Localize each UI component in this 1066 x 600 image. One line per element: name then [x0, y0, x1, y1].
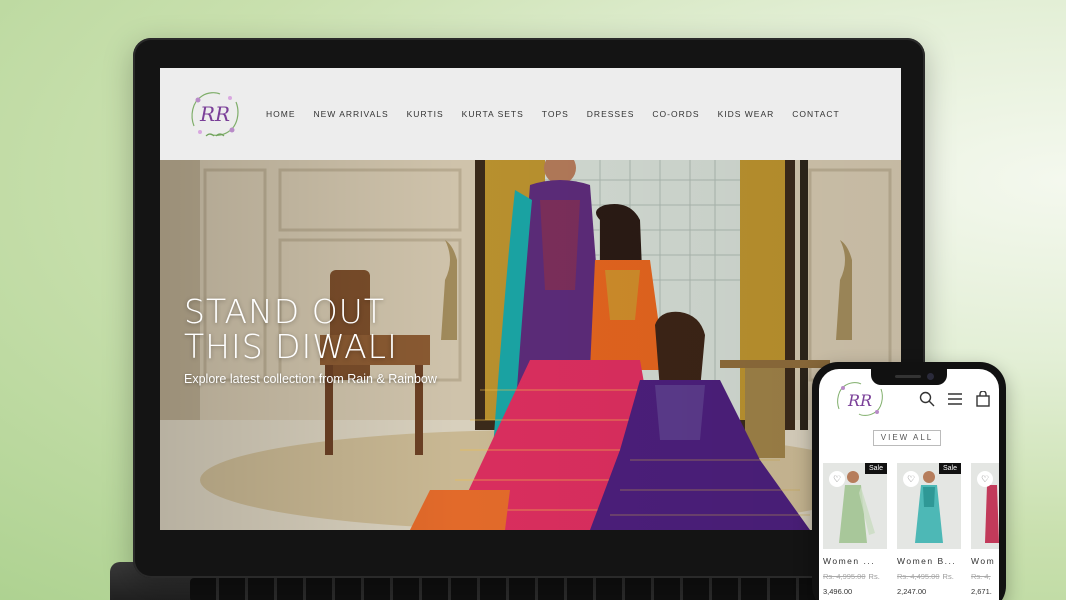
main-nav: HOME NEW ARRIVALS KURTIS KURTA SETS TOPS… [266, 109, 840, 119]
product-image[interactable]: ♡ [971, 463, 999, 549]
product-price: 3,496.00 [823, 587, 853, 596]
svg-text:RR: RR [847, 391, 872, 410]
wishlist-heart-icon[interactable]: ♡ [977, 471, 993, 487]
nav-item-co-ords[interactable]: CO-ORDS [652, 109, 699, 119]
search-icon[interactable] [919, 391, 935, 407]
laptop-screen: RR HOME NEW ARRIVALS KURTIS KURTA SETS T… [160, 68, 901, 530]
product-card[interactable]: ♡ Sale Women ... Rs. 4,995.00 Rs. 3,496.0… [823, 463, 887, 596]
phone-screen: RR VIEW ALL ♡ Sale Women ... Rs. 4,995.0… [819, 369, 999, 600]
svg-text:RR: RR [199, 102, 230, 126]
view-all-button[interactable]: VIEW ALL [873, 430, 941, 446]
laptop-keyboard [190, 578, 850, 600]
wishlist-heart-icon[interactable]: ♡ [829, 471, 845, 487]
product-price: 2,671. [971, 587, 992, 596]
nav-item-kurta-sets[interactable]: KURTA SETS [462, 109, 524, 119]
product-price: 2,247.00 [897, 587, 927, 596]
mobile-header-icons [919, 391, 991, 407]
brand-logo[interactable]: RR [186, 86, 244, 142]
wishlist-heart-icon[interactable]: ♡ [903, 471, 919, 487]
nav-item-dresses[interactable]: DRESSES [587, 109, 635, 119]
phone-notch [871, 369, 947, 385]
phone-frame: RR VIEW ALL ♡ Sale Women ... Rs. 4,995.0… [812, 362, 1006, 600]
menu-icon[interactable] [947, 391, 963, 407]
nav-item-kids-wear[interactable]: KIDS WEAR [718, 109, 775, 119]
product-image[interactable]: ♡ Sale [823, 463, 887, 549]
product-grid: ♡ Sale Women ... Rs. 4,995.00 Rs. 3,496.0… [823, 463, 999, 596]
product-card[interactable]: ♡ Wom Rs. 4, 2,671. [971, 463, 999, 596]
nav-item-kurtis[interactable]: KURTIS [407, 109, 444, 119]
hero-title-line2: THIS DIWALI [184, 327, 398, 366]
cart-icon[interactable] [975, 391, 991, 407]
hero-subtitle[interactable]: Explore latest collection from Rain & Ra… [184, 372, 437, 386]
hero-banner[interactable]: STAND OUT THIS DIWALI Explore latest col… [160, 160, 901, 530]
site-header: RR HOME NEW ARRIVALS KURTIS KURTA SETS T… [160, 68, 901, 160]
product-name[interactable]: Wom [971, 556, 999, 566]
product-card[interactable]: ♡ Sale Women B... Rs. 4,495.00 Rs. 2,247.… [897, 463, 961, 596]
logo-monogram-icon: RR [191, 92, 239, 137]
product-name[interactable]: Women B... [897, 556, 961, 566]
nav-item-contact[interactable]: CONTACT [792, 109, 839, 119]
hero-title: STAND OUT THIS DIWALI [184, 294, 398, 364]
nav-item-tops[interactable]: TOPS [542, 109, 569, 119]
nav-item-home[interactable]: HOME [266, 109, 296, 119]
hero-title-line1: STAND OUT [184, 292, 385, 331]
product-old-price: Rs. 4,495.00 Rs. [897, 572, 954, 581]
sale-badge: Sale [938, 463, 961, 474]
product-old-price: Rs. 4,995.00 Rs. [823, 572, 880, 581]
product-image[interactable]: ♡ Sale [897, 463, 961, 549]
product-name[interactable]: Women ... [823, 556, 887, 566]
sale-badge: Sale [864, 463, 887, 474]
nav-item-new-arrivals[interactable]: NEW ARRIVALS [314, 109, 389, 119]
product-old-price: Rs. 4, [971, 572, 991, 581]
